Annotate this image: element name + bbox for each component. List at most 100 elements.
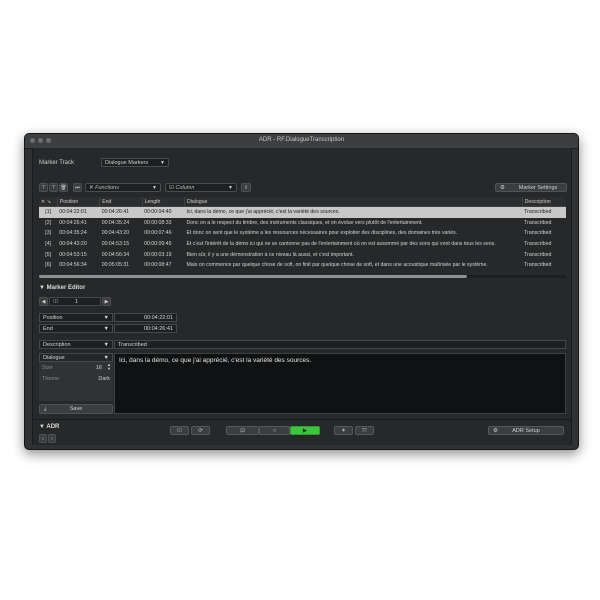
add-multiple-markers-icon[interactable]: ⊤: [49, 183, 58, 192]
expand-icon[interactable]: ⤧: [355, 426, 374, 435]
position-value-field[interactable]: 00:04:22:01: [114, 313, 177, 322]
header-description[interactable]: Description: [522, 197, 566, 207]
row-length: 00:00:08:33: [144, 219, 172, 226]
adr-previous-icon[interactable]: ↕: [39, 434, 47, 443]
row-end: 00:04:56:34: [101, 251, 130, 258]
header-length[interactable]: Length: [142, 197, 185, 207]
previous-marker-icon[interactable]: ◀: [39, 297, 48, 306]
section-divider: [33, 419, 571, 420]
loop-icon[interactable]: ⊡: [226, 426, 259, 435]
row-id: [2]: [45, 219, 52, 226]
end-label: End: [43, 326, 53, 332]
marker-star-icon[interactable]: ✶: [334, 426, 353, 435]
row-description: Transcribed: [524, 230, 552, 237]
adr-setup-button[interactable]: ⚙ ADR Setup: [488, 426, 564, 435]
chevron-down-icon: ▼: [160, 160, 165, 166]
row-length: 00:00:07:46: [144, 230, 172, 237]
table-row[interactable]: [1] 00:04:22:01 00:04:26:41 00:00:04:40 …: [39, 206, 566, 218]
adr-next-icon[interactable]: ↕: [48, 434, 56, 443]
adr-window: ADR - RF.DialogueTranscription Marker Tr…: [24, 133, 579, 450]
table-row[interactable]: [5] 00:04:53:15 00:04:56:34 00:00:03:19 …: [39, 249, 566, 260]
table-row[interactable]: [2] 00:04:26:41 00:04:35:24 00:00:08:33 …: [39, 218, 566, 229]
row-id: [6]: [45, 262, 52, 269]
description-select[interactable]: Description ▼: [39, 340, 113, 349]
adr-setup-label: ADR Setup: [512, 428, 540, 434]
save-label: Save: [69, 406, 83, 412]
row-id: [5]: [45, 251, 52, 258]
marker-settings-button[interactable]: ⚙ Marker Settings: [495, 183, 567, 192]
header-dialogue[interactable]: Dialogue: [184, 197, 523, 207]
chevron-down-icon: ▼: [103, 326, 109, 332]
next-marker-icon[interactable]: ▶: [102, 297, 111, 306]
scrollbar-thumb[interactable]: [39, 275, 467, 278]
chevron-down-icon: ▼: [103, 315, 109, 321]
marker-toolbar: ⊤ ⊤ 🗑 ⏮ ✕ Functions ▼ ☑ Column ▼ ⇪ ⚙ Mar…: [39, 182, 567, 193]
row-id: [3]: [45, 230, 52, 237]
id-field[interactable]: ID 1: [49, 297, 101, 306]
end-select[interactable]: End ▼: [39, 324, 113, 333]
rewind-icon[interactable]: ⏮: [73, 183, 82, 192]
adr-id-button[interactable]: ID: [170, 426, 189, 435]
marker-track-select[interactable]: Dialogue Markers ▼: [101, 158, 169, 167]
delete-marker-icon[interactable]: 🗑: [59, 183, 68, 192]
header-end[interactable]: End: [99, 197, 143, 207]
field-label: Dialogue: [43, 355, 65, 361]
header-index[interactable]: ✕ ↘: [39, 197, 58, 207]
row-position: 00:04:43:20: [59, 241, 87, 248]
chevron-down-icon: ▼: [152, 185, 157, 191]
table-header-row: ✕ ↘ Position End Length Dialogue Descrip…: [39, 197, 566, 207]
table-horizontal-scrollbar[interactable]: [39, 275, 566, 278]
save-icon: ⤓: [44, 406, 47, 412]
table-row[interactable]: [3] 00:04:35:24 00:04:43:20 00:00:07:46 …: [39, 228, 566, 239]
row-end: 00:05:05:31: [101, 262, 130, 269]
marker-editor-header[interactable]: ▼ Marker Editor: [39, 285, 85, 291]
row-description: Transcribed: [524, 251, 552, 258]
row-position: 00:04:26:41: [59, 219, 87, 226]
field-select[interactable]: Dialogue ▼: [39, 353, 113, 362]
main-panel: Marker Track Dialogue Markers ▼ ⊤ ⊤ 🗑 ⏮ …: [32, 148, 572, 445]
play-icon[interactable]: ▶: [290, 426, 320, 435]
position-select[interactable]: Position ▼: [39, 313, 113, 322]
adr-header[interactable]: ▼ ADR: [39, 424, 59, 430]
row-length: 00:00:03:19: [144, 251, 172, 258]
header-position[interactable]: Position: [57, 197, 101, 207]
row-dialogue: Mais on commence par quelque chose de so…: [186, 262, 488, 269]
chevron-down-icon: ▼: [228, 185, 233, 191]
gear-icon: ⚙: [500, 185, 505, 191]
id-value: 1: [74, 299, 78, 305]
row-dialogue: Et donc on sent que le système a les res…: [186, 230, 458, 237]
row-position: 00:04:22:01: [57, 206, 100, 218]
theme-value[interactable]: Dark: [98, 376, 110, 382]
row-id: [4]: [45, 241, 52, 248]
column-select[interactable]: ☑ Column ▼: [165, 183, 237, 192]
end-value-field[interactable]: 00:04:26:41: [114, 324, 177, 333]
table-row[interactable]: [6] 00:04:56:34 00:05:05:31 00:00:08:47 …: [39, 260, 566, 271]
row-position: 00:04:56:34: [59, 262, 87, 269]
row-description: Transcribed: [524, 241, 552, 248]
size-value[interactable]: 16: [96, 365, 102, 371]
cycle-icon[interactable]: ⟳: [191, 426, 210, 435]
dialogue-text-editor[interactable]: Ici, dans la démo, ce que j'ai apprécié,…: [114, 353, 566, 414]
marker-track-label: Marker Track: [39, 160, 75, 166]
functions-select[interactable]: ✕ Functions ▼: [85, 183, 161, 192]
row-length: 00:00:09:45: [144, 241, 172, 248]
row-length: 00:00:04:40: [142, 206, 185, 218]
functions-placeholder: Functions: [95, 185, 119, 191]
save-button[interactable]: ⤓ Save: [39, 404, 113, 414]
row-dialogue: Et c'est l'intérêt de la démo ici qui ne…: [186, 241, 496, 248]
chevron-down-icon: ▼: [103, 355, 109, 361]
window-title: ADR - RF.DialogueTranscription: [258, 137, 345, 143]
row-description: Transcribed: [522, 206, 566, 218]
export-icon[interactable]: ⇪: [241, 183, 251, 192]
add-marker-icon[interactable]: ⊤: [39, 183, 48, 192]
table-row[interactable]: [4] 00:04:43:20 00:04:53:15 00:00:09:45 …: [39, 239, 566, 250]
chevron-down-icon: ▼: [103, 342, 109, 348]
row-end: 00:04:35:24: [101, 219, 130, 226]
text-options-panel: Dialogue ▼ Size 16 ▲ ▼ Theme Dark: [39, 353, 113, 401]
title-bar: ADR - RF.DialogueTranscription: [25, 134, 578, 149]
description-value-field[interactable]: Transcribed: [114, 340, 566, 349]
size-stepper-icon[interactable]: ▲ ▼: [107, 363, 111, 371]
gear-icon: ⚙: [493, 428, 498, 434]
record-icon[interactable]: ○: [259, 426, 290, 435]
row-position: 00:04:35:24: [59, 230, 87, 237]
